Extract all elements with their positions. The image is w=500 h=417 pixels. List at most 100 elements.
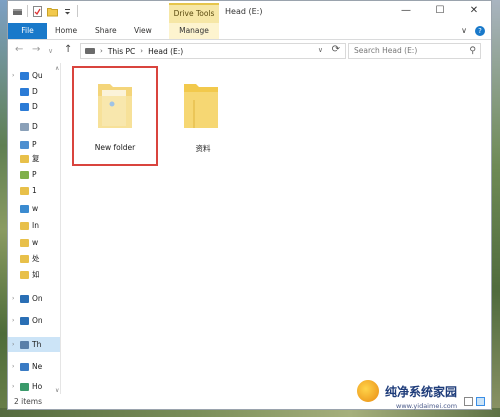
sidebar-item[interactable]: In [8, 218, 60, 233]
folder-icon [20, 154, 29, 163]
sidebar-item[interactable]: › Ho [8, 379, 60, 394]
sidebar-item-label: Ho [32, 382, 43, 391]
ribbon-tabs: File Home Share View Manage ∨ ? [8, 23, 491, 40]
chevron-right-icon[interactable]: › [100, 47, 103, 55]
sidebar-item-label: On [32, 316, 43, 325]
customize-dropdown-icon[interactable] [62, 6, 73, 17]
address-bar[interactable]: › This PC › Head (E:) ∨ ⟳ [80, 43, 346, 59]
sidebar-item[interactable]: 如 [8, 267, 60, 282]
tab-share[interactable]: Share [95, 23, 117, 39]
tab-file[interactable]: File [8, 23, 47, 39]
folder-item-new-folder[interactable]: New folder [72, 66, 158, 166]
ribbon-right-controls: ∨ ? [461, 26, 485, 36]
expand-chevron-icon[interactable]: › [12, 341, 17, 348]
content-scrollbar[interactable] [482, 65, 488, 395]
scroll-down-icon[interactable]: ∨ [55, 387, 59, 394]
sidebar-item[interactable]: P [8, 137, 60, 152]
computer-icon [20, 340, 29, 349]
expand-chevron-icon[interactable]: › [12, 72, 17, 79]
desktop-background-right [492, 0, 500, 417]
up-arrow-icon[interactable]: ↑ [64, 44, 72, 55]
sidebar-item-label: 如 [32, 270, 40, 279]
sidebar-item[interactable]: › Th [8, 337, 60, 352]
recent-locations-chevron-icon[interactable]: ∨ [48, 47, 53, 55]
navigation-bar: ← → ∨ ↑ › This PC › Head (E:) ∨ ⟳ Search… [8, 40, 491, 62]
watermark-logo-icon [355, 378, 381, 404]
sidebar-item-label: P [32, 170, 37, 179]
file-list-area[interactable]: New folder 资料 [62, 63, 487, 396]
properties-icon[interactable] [32, 5, 43, 17]
navigation-pane: › Qu D D D P 复 P 1 w In w 处如 › On › On › Th › Ne › Ho [8, 63, 61, 396]
sidebar-item[interactable]: w [8, 235, 60, 250]
close-button[interactable]: ✕ [457, 1, 491, 23]
folder-label: 资料 [195, 144, 211, 153]
folder-item-ziliao[interactable]: 资料 [160, 68, 246, 168]
sidebar-item-label: Qu [32, 71, 43, 80]
title-bar: Drive Tools Head (E:) — ☐ ✕ [8, 1, 491, 23]
separator [27, 5, 28, 17]
search-placeholder: Search Head (E:) [354, 46, 418, 55]
drive-icon [85, 48, 95, 54]
tab-manage[interactable]: Manage [169, 23, 219, 39]
homegroup-icon [20, 382, 29, 391]
sidebar-item[interactable]: 复 [8, 151, 60, 166]
maximize-button[interactable]: ☐ [423, 1, 457, 23]
drive-tools-context-tab: Drive Tools [169, 3, 219, 23]
address-dropdown-icon[interactable]: ∨ [318, 46, 323, 54]
sidebar-item-label: 1 [32, 186, 37, 195]
refresh-icon[interactable]: ⟳ [332, 44, 340, 55]
sidebar-item-label: D [32, 122, 38, 131]
sidebar-item[interactable]: D [8, 84, 60, 99]
expand-chevron-icon[interactable]: › [12, 363, 17, 370]
sidebar-item[interactable]: w [8, 201, 60, 216]
folder-icon [184, 84, 218, 128]
sidebar-item-label: Ne [32, 362, 43, 371]
sidebar-item[interactable]: › Ne [8, 359, 60, 374]
desktop-icon [20, 87, 29, 96]
new-folder-icon[interactable] [47, 6, 58, 17]
forward-arrow-icon[interactable]: → [32, 44, 40, 55]
folder-icon [20, 170, 29, 179]
network-icon [20, 362, 29, 371]
window-controls: — ☐ ✕ [389, 1, 491, 23]
sidebar-item-label: D [32, 87, 38, 96]
expand-chevron-icon[interactable]: › [12, 317, 17, 324]
quick-access-toolbar [12, 5, 78, 17]
tab-home[interactable]: Home [55, 23, 77, 39]
details-view-icon[interactable] [464, 397, 473, 406]
search-input[interactable]: Search Head (E:) ⚲ [348, 43, 481, 59]
folder-icon [20, 238, 29, 247]
separator [77, 5, 78, 17]
star-icon [20, 71, 29, 80]
chevron-right-icon[interactable]: › [140, 47, 143, 55]
minimize-button[interactable]: — [389, 1, 423, 23]
expand-ribbon-icon[interactable]: ∨ [461, 26, 467, 36]
search-icon[interactable]: ⚲ [469, 44, 476, 58]
sidebar-item-label: P [32, 140, 37, 149]
download-icon [20, 102, 29, 111]
sidebar-item[interactable]: › On [8, 291, 60, 306]
breadcrumb-head-e[interactable]: Head (E:) [148, 47, 183, 56]
sidebar-item[interactable]: › Qu [8, 68, 60, 83]
breadcrumb-this-pc[interactable]: This PC [108, 47, 135, 56]
folder-icon [20, 221, 29, 230]
help-icon[interactable]: ? [475, 26, 485, 36]
large-icons-view-icon[interactable] [476, 397, 485, 406]
item-count: 2 items [14, 397, 43, 406]
tab-view[interactable]: View [134, 23, 152, 39]
document-icon [20, 122, 29, 131]
sidebar-item[interactable]: D [8, 99, 60, 114]
back-arrow-icon[interactable]: ← [15, 44, 23, 55]
sidebar-item[interactable]: P [8, 167, 60, 182]
sidebar-item[interactable]: D [8, 119, 60, 134]
system-menu-icon[interactable] [12, 6, 23, 17]
sidebar-item[interactable]: 处 [8, 251, 60, 266]
expand-chevron-icon[interactable]: › [12, 383, 17, 390]
sidebar-item-label: D [32, 102, 38, 111]
expand-chevron-icon[interactable]: › [12, 295, 17, 302]
scroll-up-icon[interactable]: ∧ [55, 65, 59, 72]
sidebar-item[interactable]: › On [8, 313, 60, 328]
watermark: 纯净系统家园 [355, 378, 457, 404]
sidebar-item[interactable]: 1 [8, 183, 60, 198]
navigation-pane-scrollbar[interactable]: ∧ ∨ [55, 63, 61, 396]
